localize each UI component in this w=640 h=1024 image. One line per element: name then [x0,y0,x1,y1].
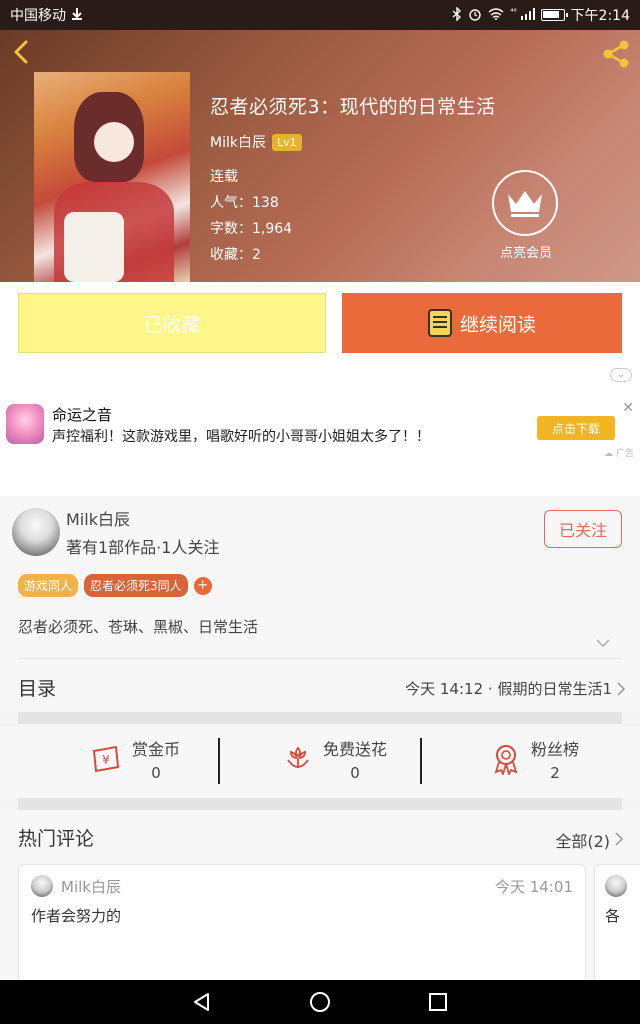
section-divider [18,658,622,659]
stat-separator [420,738,422,784]
stat-coins-value: 0 [151,764,161,782]
ad-close-icon[interactable]: ✕ [622,400,634,416]
author-row: Milk白辰 Lv1 [210,132,302,152]
wifi-icon [488,8,504,22]
collected-button[interactable]: 已收藏 [18,293,326,353]
ad-banner[interactable]: ⌄ 命运之音 声控福利！这款游戏里，唱歌好听的小哥哥小姐姐太多了！！ 点击下载 … [0,364,640,496]
stat-separator [218,738,220,784]
comment-time: 今天 14:01 [495,878,573,896]
action-bar: 已收藏 继续阅读 [0,282,640,364]
stat-coins[interactable]: ¥ 赏金币 0 [40,736,230,782]
support-stats-row: ¥ 赏金币 0 免费送花 0 粉丝榜 2 [0,726,640,798]
vip-membership-button[interactable]: 点亮会员 [492,170,560,261]
clock: 下午2:14 [570,8,630,24]
author-section: Milk白辰 著有1部作品·1人关注 已关注 游戏同人 忍者必须死3同人 + 忍… [0,496,640,660]
ad-game-thumbnail[interactable] [6,404,44,444]
stat-fans-label: 粉丝榜 [530,740,579,759]
stat-flowers[interactable]: 免费送花 0 [240,736,430,782]
stat-flowers-label: 免费送花 [322,740,387,759]
serial-status: 连载 [210,169,238,185]
flower-icon [287,746,309,768]
back-arrow-icon [14,40,28,64]
author-name[interactable]: Milk白辰 [210,132,266,152]
keywords: 忍者必须死、苍琳、黑椒、日常生活 [18,618,259,636]
stat-coins-label: 赏金币 [131,740,180,759]
stat-fans-value: 2 [550,764,560,782]
section-separator [18,798,622,810]
square-recents-icon [429,993,447,1011]
section-separator [18,712,622,724]
ad-tag: ☁ 广告 [604,449,634,459]
all-comments-link[interactable]: 全部(2) [555,828,610,852]
nav-back-button[interactable] [188,988,216,1016]
continue-reading-label: 继续阅读 [459,313,536,336]
vip-label: 点亮会员 [499,246,552,261]
following-button[interactable]: 已关注 [544,510,622,548]
comment-author[interactable]: Milk白辰 [61,876,121,897]
coin-envelope-icon: ¥ [92,745,120,773]
latest-chapter: 今天 14:12 · 假期的日常生活1 [405,680,612,698]
author-avatar[interactable] [12,508,60,556]
cellular-signal-icon: ⁴⁶ [510,8,535,22]
add-tag-button[interactable]: + [193,576,212,595]
comment-text: 各 [605,907,621,925]
ad-title: 命运之音 [52,406,113,424]
tag-game-fanfic[interactable]: 游戏同人 [18,574,79,597]
chevron-right-icon [617,682,626,696]
bluetooth-icon [452,6,462,23]
catalog-row[interactable]: 目录 今天 14:12 · 假期的日常生活1 [0,660,640,712]
book-header: 忍者必须死3：现代的的日常生活 Milk白辰 Lv1 连载 人气：138 字数：… [0,30,640,282]
hot-comments-section: 热门评论 全部(2) Milk白辰 今天 14:01 作者会努力的 各 [0,810,640,984]
book-title: 忍者必须死3：现代的的日常生活 [210,96,496,118]
level-badge: Lv1 [271,133,302,151]
carrier-label: 中国移动 [10,8,66,24]
chevron-right-icon[interactable] [615,832,624,846]
author-name-secondary[interactable]: Milk白辰 [66,506,130,530]
nav-recents-button[interactable] [424,988,452,1016]
comment-card[interactable]: Milk白辰 今天 14:01 作者会努力的 [18,864,586,984]
tag-ninja-fanfic[interactable]: 忍者必须死3同人 [84,574,188,597]
battery-icon [540,9,568,21]
ribbon-award-icon [494,745,518,775]
stat-flowers-value: 0 [350,764,360,782]
crown-icon [508,191,542,217]
status-bar: 中国移动 ⁴⁶ 下午2:14 [0,0,640,30]
popularity: 人气：138 [210,195,279,211]
comment-card[interactable]: 各 [594,864,640,984]
ad-description: 声控福利！这款游戏里，唱歌好听的小哥哥小姐姐太多了！！ [52,429,430,445]
svg-text:¥: ¥ [102,753,110,767]
comment-text: 作者会努力的 [31,907,122,925]
share-button[interactable] [600,38,632,70]
author-stats: 著有1部作品·1人关注 [66,538,220,557]
book-cover-image [34,72,190,282]
nav-home-button[interactable] [306,988,334,1016]
book-icon [427,309,452,337]
back-button[interactable] [8,38,36,66]
download-icon [70,7,84,23]
alarm-icon [468,7,482,23]
stat-fans[interactable]: 粉丝榜 2 [440,736,630,782]
word-count: 字数：1,964 [210,221,293,237]
system-nav-bar [0,980,640,1024]
comment-avatar[interactable] [605,875,627,897]
ad-download-button[interactable]: 点击下载 [537,416,615,440]
expand-chevron-icon[interactable] [596,638,610,648]
triangle-back-icon [194,993,209,1011]
continue-reading-button[interactable]: 继续阅读 [342,293,622,353]
catalog-label: 目录 [18,678,57,700]
tag-row: 游戏同人 忍者必须死3同人 + [18,574,212,597]
favorites-count: 收藏：2 [210,247,261,263]
share-icon [603,40,629,68]
comment-avatar[interactable] [31,875,53,897]
hot-comments-title: 热门评论 [18,828,95,850]
ad-collapse-icon[interactable]: ⌄ [610,368,632,382]
circle-home-icon [310,992,330,1012]
